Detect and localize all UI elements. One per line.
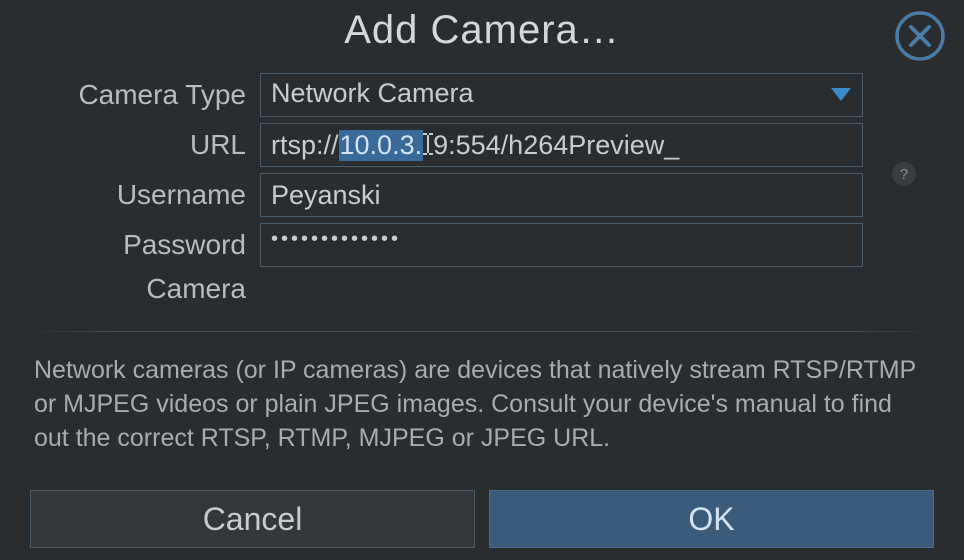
close-button[interactable]: [894, 10, 946, 62]
username-label: Username: [30, 179, 260, 211]
url-text-prefix: rtsp://: [271, 130, 339, 161]
camera-type-select[interactable]: Network Camera: [260, 73, 863, 117]
camera-label: Camera: [30, 273, 260, 305]
help-icon: ?: [900, 166, 908, 183]
url-text-selection: 10.0.3.: [339, 130, 424, 161]
url-label: URL: [30, 129, 260, 161]
url-input[interactable]: rtsp://10.0.3. 9:554/h264Preview_: [260, 123, 863, 167]
password-label: Password: [30, 229, 260, 261]
close-icon: [894, 10, 946, 62]
cancel-button[interactable]: Cancel: [30, 490, 475, 548]
url-text-char: 9: [433, 130, 448, 161]
dialog-title: Add Camera…: [344, 8, 620, 52]
url-text-suffix: :554/h264Preview_: [448, 130, 679, 161]
ok-button[interactable]: OK: [489, 490, 934, 548]
camera-type-label: Camera Type: [30, 79, 260, 111]
password-input[interactable]: •••••••••••••: [260, 223, 863, 267]
help-text: Network cameras (or IP cameras) are devi…: [0, 332, 964, 455]
help-button[interactable]: ?: [892, 162, 916, 186]
camera-type-value: Network Camera: [260, 73, 863, 117]
username-input[interactable]: [260, 173, 863, 217]
